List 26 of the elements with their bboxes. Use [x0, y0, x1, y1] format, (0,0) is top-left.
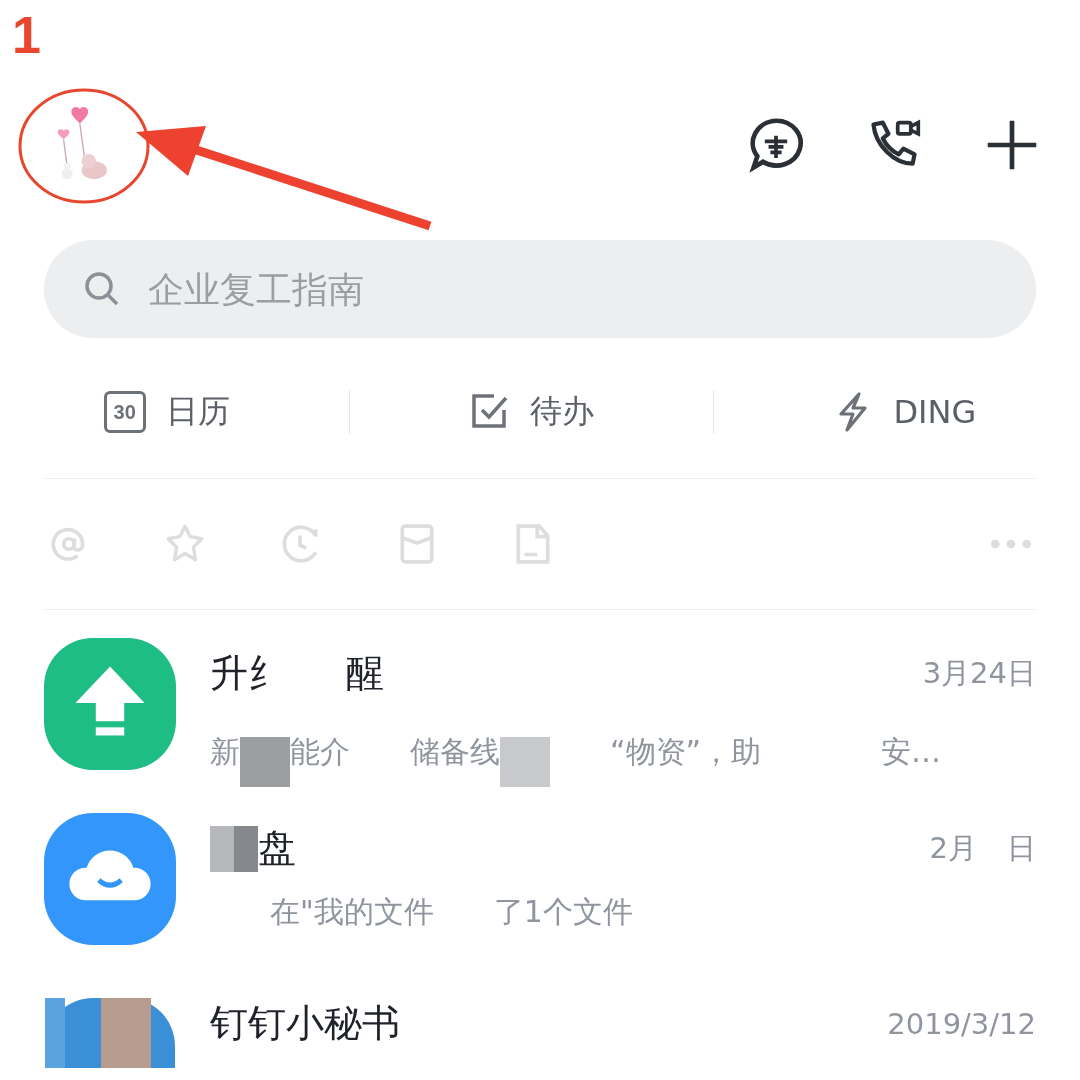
message-preview: 能介: [290, 732, 350, 771]
chat-date: 2月: [929, 829, 977, 867]
chat-title: 醒: [346, 650, 384, 697]
message-preview: 了1个文件: [493, 893, 633, 931]
chat-date: 日: [1007, 829, 1036, 867]
message-preview: 安…: [881, 732, 942, 771]
chat-title: 升纟: [210, 650, 286, 697]
secret-chat-icon[interactable]: [748, 117, 804, 173]
chat-date: 3月24日: [922, 654, 1036, 692]
message-preview: “物资”，助: [610, 732, 762, 771]
message-preview: 在"我的文件: [270, 893, 434, 931]
chat-item[interactable]: 升纟 醒 3月24日 新 能介 储备线 “物资”，助 安…: [0, 610, 1080, 785]
message-preview: 储备线: [410, 732, 500, 771]
shortcut-button[interactable]: DING: [833, 392, 977, 432]
chat-item[interactable]: 盘 2月 日 在"我的文件 了1个文件: [0, 785, 1080, 960]
chat-title: 盘: [258, 825, 296, 872]
chat-title: 钉钉小秘书: [210, 1000, 400, 1047]
more-icon[interactable]: [990, 537, 1032, 551]
chat-date: 2019/3/12: [887, 1006, 1036, 1041]
shortcut-button[interactable]: 待办: [469, 390, 594, 434]
cloud-icon: [44, 813, 176, 945]
chat-item[interactable]: 钉钉小秘书 2019/3/12: [0, 960, 1080, 1080]
shortcut-button[interactable]: 30 日历: [103, 390, 230, 434]
calendar-icon: 30: [103, 391, 146, 433]
message-preview: 新: [210, 732, 240, 771]
step-number: 1: [12, 5, 41, 66]
